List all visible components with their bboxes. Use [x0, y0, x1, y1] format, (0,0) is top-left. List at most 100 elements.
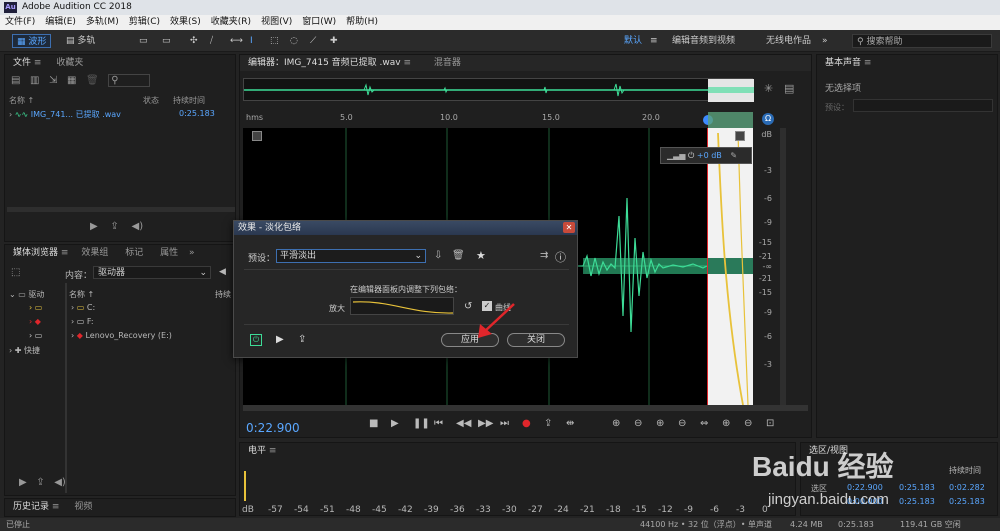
- dialog-title-bar[interactable]: 效果 - 淡化包络 ✕: [234, 221, 577, 235]
- go-to-end-button[interactable]: ⏭: [500, 418, 509, 429]
- workspace-overflow-icon[interactable]: »: [818, 34, 832, 48]
- loop-preview-icon[interactable]: ⇪: [36, 477, 44, 488]
- open-file-icon[interactable]: ▥: [30, 75, 39, 86]
- panel-menu-icon[interactable]: ≡: [52, 499, 60, 515]
- menu-view[interactable]: 视图(V): [256, 15, 297, 30]
- waveform-view-button[interactable]: ▦ 波形: [12, 34, 52, 48]
- time-selection-tool-icon[interactable]: Ⅰ: [246, 34, 257, 48]
- essential-preset-select[interactable]: [853, 99, 993, 112]
- menu-help[interactable]: 帮助(H): [341, 15, 383, 30]
- headphones-icon[interactable]: Ω: [762, 113, 774, 125]
- workspace-edit-video[interactable]: 编辑音频到视频: [668, 34, 739, 48]
- delete-preset-icon[interactable]: 🗑: [452, 250, 465, 261]
- expand-chevron-icon[interactable]: ⌄: [9, 290, 16, 299]
- fast-forward-button[interactable]: ▶▶: [478, 418, 493, 429]
- import-icon[interactable]: ⇲: [49, 75, 57, 86]
- power-toggle-icon[interactable]: ⏻: [250, 334, 262, 346]
- view-duration[interactable]: 0:25.183: [949, 497, 985, 506]
- zoom-in-time-icon[interactable]: ⊕: [656, 418, 664, 429]
- lasso-tool-icon[interactable]: ◌: [286, 34, 302, 48]
- zoom-selection-icon[interactable]: ⊡: [766, 418, 774, 429]
- display-options-icon[interactable]: ▤: [784, 82, 794, 95]
- zoom-out-amplitude-icon[interactable]: ⊖: [634, 418, 642, 429]
- selection-start-marker[interactable]: [707, 128, 708, 405]
- zoom-out-time-icon[interactable]: ⊖: [678, 418, 686, 429]
- save-preset-icon[interactable]: ⇩: [434, 250, 442, 261]
- tree-drive-e[interactable]: › ▭: [29, 331, 42, 340]
- ruler-selection-range[interactable]: [708, 112, 753, 128]
- volume-knob-icon[interactable]: ⏻: [688, 151, 694, 160]
- panel-menu-icon[interactable]: ≡: [864, 55, 872, 71]
- amplify-envelope-preview[interactable]: [350, 297, 454, 315]
- tab-properties[interactable]: 属性: [160, 248, 178, 258]
- tree-drive-f[interactable]: › ◆: [29, 317, 41, 326]
- zoom-in-point-icon[interactable]: ⊕: [722, 418, 730, 429]
- panel-menu-icon[interactable]: ≡: [269, 443, 277, 459]
- skip-selection-button[interactable]: ⇹: [566, 418, 574, 429]
- overview-waveform[interactable]: [243, 78, 754, 102]
- tab-mixer[interactable]: 混音器: [434, 58, 461, 68]
- favorite-star-icon[interactable]: ★: [476, 249, 486, 262]
- spectral-icon[interactable]: ▭: [135, 34, 152, 48]
- col-status[interactable]: 状态: [143, 95, 159, 106]
- editor-menu-icon[interactable]: ≡: [403, 55, 411, 71]
- tab-history[interactable]: 历史记录: [13, 502, 49, 512]
- pitch-icon[interactable]: ▭: [158, 34, 175, 48]
- play-preview-icon[interactable]: ▶: [90, 221, 98, 232]
- expand-chevron-icon[interactable]: ›: [71, 317, 74, 326]
- preview-loop-icon[interactable]: ⇪: [298, 334, 306, 345]
- zoom-navigator-icon[interactable]: ✳: [764, 82, 773, 95]
- selection-start[interactable]: 0:22.900: [847, 483, 883, 492]
- healing-tool-icon[interactable]: ✚: [326, 34, 342, 48]
- view-end[interactable]: 0:25.183: [899, 497, 935, 506]
- col-name[interactable]: 名称: [9, 96, 25, 105]
- zoom-in-amplitude-icon[interactable]: ⊕: [612, 418, 620, 429]
- horizontal-scrollbar[interactable]: [243, 405, 808, 411]
- slip-tool-icon[interactable]: ⟷: [226, 34, 247, 48]
- preview-play-icon[interactable]: ▶: [276, 334, 284, 345]
- razor-tool-icon[interactable]: ⧸: [206, 34, 217, 48]
- dialog-close-button[interactable]: ✕: [563, 222, 575, 233]
- panel-menu-icon[interactable]: ≡: [61, 245, 69, 261]
- panel-menu-icon[interactable]: ≡: [34, 55, 42, 71]
- tree-shortcuts[interactable]: › ✚ 快捷: [9, 345, 40, 356]
- content-select[interactable]: 驱动器 ⌄: [93, 266, 211, 279]
- media-add-icon[interactable]: ⬚: [11, 267, 20, 278]
- insert-icon[interactable]: ▦: [67, 75, 76, 86]
- tab-files[interactable]: 文件: [13, 58, 31, 68]
- pin-icon[interactable]: ✎: [730, 151, 737, 160]
- menu-edit[interactable]: 编辑(E): [40, 15, 81, 30]
- pause-button[interactable]: ❚❚: [413, 418, 430, 429]
- fade-in-handle-icon[interactable]: [252, 131, 262, 141]
- selection-end[interactable]: 0:25.183: [899, 483, 935, 492]
- vertical-scrollbar[interactable]: [780, 128, 786, 405]
- move-tool-icon[interactable]: ✣: [186, 34, 202, 48]
- tab-video[interactable]: 视频: [74, 502, 92, 512]
- overflow-icon[interactable]: »: [189, 245, 195, 261]
- workspace-radio[interactable]: 无线电作品: [762, 34, 815, 48]
- routing-icon[interactable]: ⇉: [540, 250, 548, 261]
- autoplay-icon[interactable]: ◀): [132, 221, 144, 232]
- tab-favorites[interactable]: 收藏夹: [56, 58, 83, 68]
- expand-chevron-icon[interactable]: ›: [9, 110, 12, 119]
- zoom-out-full-icon[interactable]: ⇔: [700, 418, 708, 429]
- tree-drives[interactable]: ⌄ ▭ 驱动: [9, 289, 44, 300]
- tab-editor[interactable]: 编辑器：IMG_7415 音频已提取 .wav: [248, 58, 401, 68]
- file-search-icon[interactable]: ⚲: [108, 74, 150, 87]
- go-to-start-button[interactable]: ⏮: [434, 418, 443, 429]
- preset-select[interactable]: 平滑淡出 ⌄: [276, 249, 426, 263]
- loop-button[interactable]: ⇪: [544, 418, 552, 429]
- record-button[interactable]: ●: [522, 418, 531, 429]
- list-item[interactable]: › ▭ C:: [71, 303, 95, 312]
- marquee-tool-icon[interactable]: ⬚: [266, 34, 283, 48]
- multitrack-view-button[interactable]: ▤ 多轨: [62, 34, 99, 48]
- file-list-item[interactable]: › ∿∿ IMG_741... 已提取 .wav 0:25.183: [9, 109, 233, 121]
- menu-clip[interactable]: 剪辑(C): [124, 15, 165, 30]
- list-item[interactable]: › ◆ Lenovo_Recovery (E:): [71, 331, 172, 340]
- expand-chevron-icon[interactable]: ›: [71, 331, 74, 340]
- rewind-button[interactable]: ◀◀: [456, 418, 471, 429]
- time-display[interactable]: 0:22.900: [246, 421, 300, 435]
- expand-chevron-icon[interactable]: ›: [9, 346, 12, 355]
- view-start[interactable]: 0:00.000: [847, 497, 883, 506]
- loop-preview-icon[interactable]: ⇪: [110, 221, 118, 232]
